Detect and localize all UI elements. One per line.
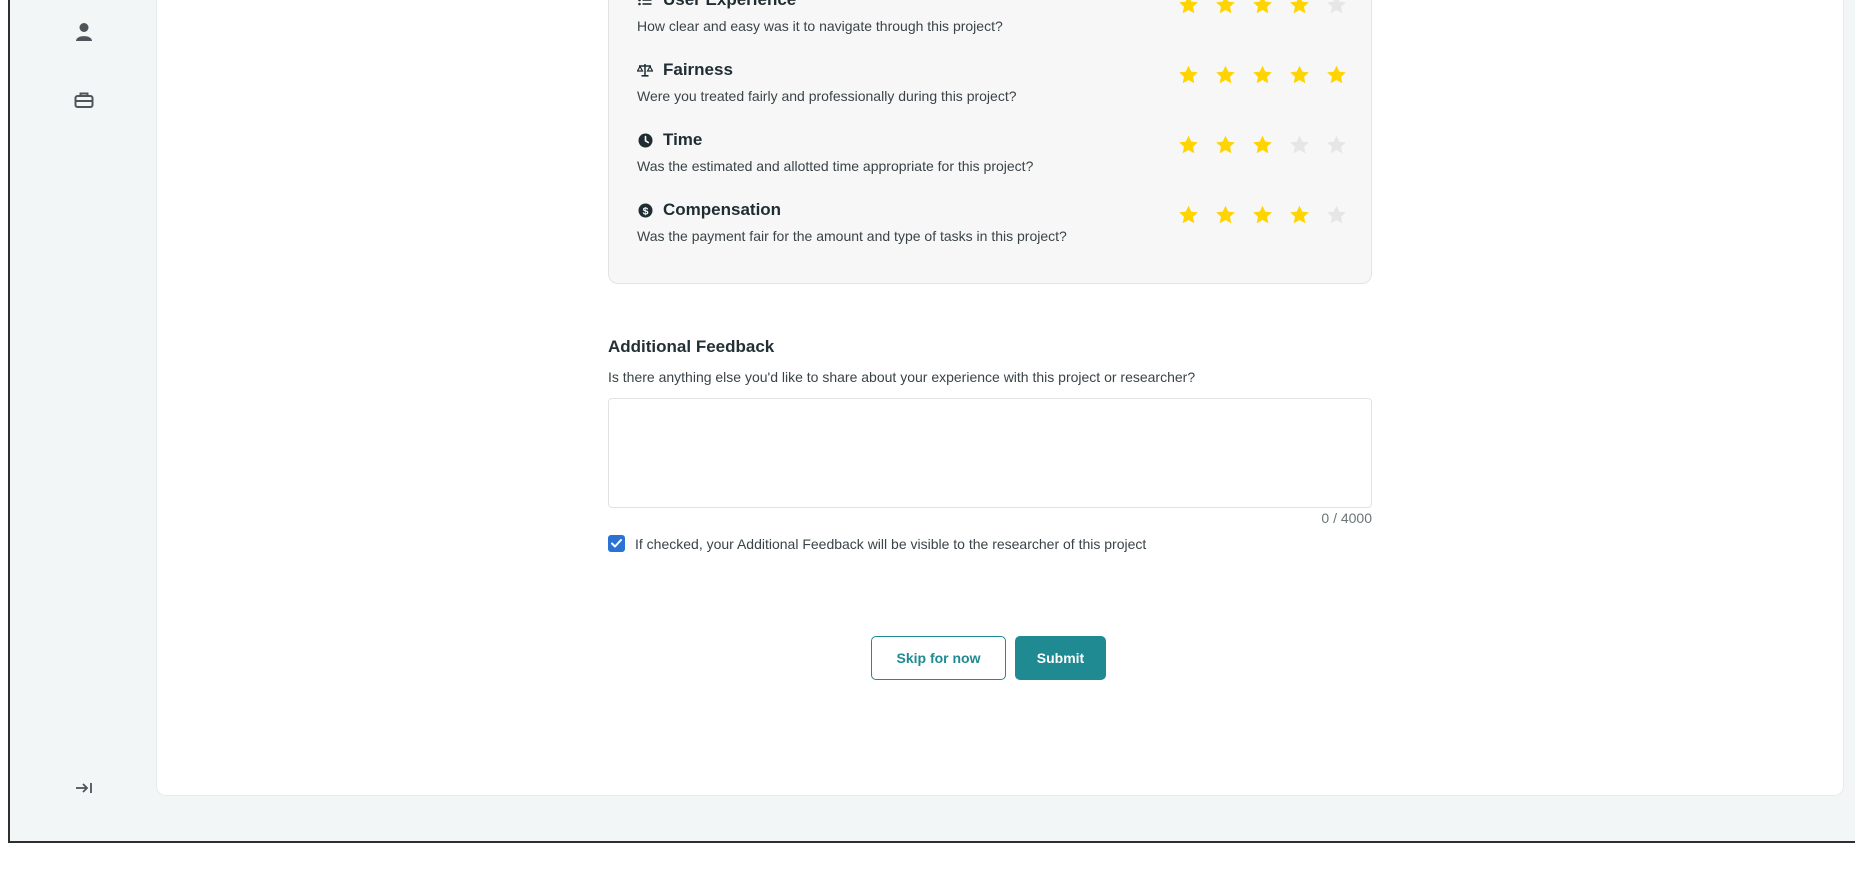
star-rating <box>1178 134 1347 155</box>
star-filled-icon[interactable] <box>1178 0 1199 15</box>
star-rating <box>1178 204 1347 225</box>
star-rating <box>1178 64 1347 85</box>
star-filled-icon[interactable] <box>1252 64 1273 85</box>
rating-title-row: Time <box>637 130 702 150</box>
star-filled-icon[interactable] <box>1289 64 1310 85</box>
rating-title-row: $ Compensation <box>637 200 781 220</box>
additional-feedback-textarea[interactable] <box>608 398 1372 508</box>
user-icon[interactable] <box>72 20 96 44</box>
rating-description: Was the estimated and allotted time appr… <box>637 158 1034 174</box>
list-icon <box>637 0 653 8</box>
star-filled-icon[interactable] <box>1289 0 1310 15</box>
visibility-checkbox-row: If checked, your Additional Feedback wil… <box>608 535 1146 552</box>
rating-compensation: $ Compensation Was the payment fair for … <box>637 200 1347 260</box>
rating-description: Was the payment fair for the amount and … <box>637 228 1067 244</box>
star-filled-icon[interactable] <box>1215 0 1236 15</box>
rating-title-row: User Experience <box>637 0 796 10</box>
star-filled-icon[interactable] <box>1326 64 1347 85</box>
star-empty-icon[interactable] <box>1326 204 1347 225</box>
toolbox-icon[interactable] <box>72 88 96 112</box>
star-filled-icon[interactable] <box>1252 134 1273 155</box>
sidebar <box>10 0 160 841</box>
star-filled-icon[interactable] <box>1215 134 1236 155</box>
rating-fairness: Fairness Were you treated fairly and pro… <box>637 60 1347 120</box>
submit-button[interactable]: Submit <box>1015 636 1106 680</box>
visibility-checkbox-label[interactable]: If checked, your Additional Feedback wil… <box>635 536 1146 552</box>
svg-text:$: $ <box>642 205 648 217</box>
star-empty-icon[interactable] <box>1289 134 1310 155</box>
star-empty-icon[interactable] <box>1326 134 1347 155</box>
scale-icon <box>637 62 653 78</box>
star-filled-icon[interactable] <box>1289 204 1310 225</box>
star-filled-icon[interactable] <box>1178 204 1199 225</box>
character-counter: 0 / 4000 <box>1321 510 1372 526</box>
rating-title: User Experience <box>663 0 796 10</box>
additional-feedback-heading: Additional Feedback <box>608 337 775 356</box>
star-filled-icon[interactable] <box>1252 0 1273 15</box>
expand-sidebar-icon[interactable] <box>72 776 96 800</box>
star-filled-icon[interactable] <box>1178 64 1199 85</box>
star-filled-icon[interactable] <box>1215 64 1236 85</box>
rating-title: Compensation <box>663 200 782 219</box>
dollar-icon: $ <box>637 202 653 218</box>
clock-icon <box>637 132 653 148</box>
skip-for-now-button[interactable]: Skip for now <box>871 636 1006 680</box>
rating-user-experience: User Experience How clear and easy was i… <box>637 0 1347 50</box>
star-filled-icon[interactable] <box>1252 204 1273 225</box>
rating-description: Were you treated fairly and professional… <box>637 88 1017 104</box>
ratings-panel: User Experience How clear and easy was i… <box>608 0 1372 284</box>
star-rating <box>1178 0 1347 15</box>
rating-title: Time <box>663 130 703 149</box>
additional-feedback-subtitle: Is there anything else you'd like to sha… <box>608 369 1196 385</box>
rating-title-row: Fairness <box>637 60 733 80</box>
star-filled-icon[interactable] <box>1215 204 1236 225</box>
star-empty-icon[interactable] <box>1326 0 1347 15</box>
visibility-checkbox[interactable] <box>608 535 625 552</box>
rating-time: Time Was the estimated and allotted time… <box>637 130 1347 190</box>
rating-description: How clear and easy was it to navigate th… <box>637 18 1003 34</box>
rating-title: Fairness <box>663 60 733 79</box>
star-filled-icon[interactable] <box>1178 134 1199 155</box>
